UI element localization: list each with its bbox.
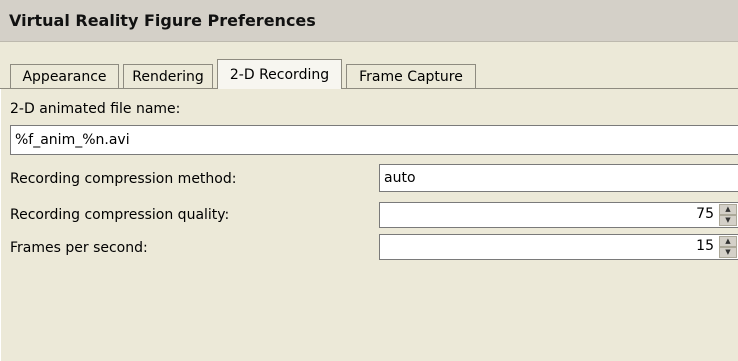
compression-quality-spinner[interactable]: 75 ▲ ▼ — [379, 202, 738, 228]
spin-down-icon[interactable]: ▼ — [719, 215, 737, 226]
fps-spinner[interactable]: 15 ▲ ▼ — [379, 234, 738, 260]
compression-quality-label: Recording compression quality: — [10, 207, 230, 223]
fps-value: 15 — [696, 238, 714, 254]
tab-rendering[interactable]: Rendering — [123, 64, 213, 88]
tab-2d-recording[interactable]: 2-D Recording — [217, 59, 342, 89]
window-title: Virtual Reality Figure Preferences — [9, 11, 316, 30]
compression-method-field[interactable]: auto — [379, 164, 738, 192]
compression-method-label: Recording compression method: — [10, 171, 237, 187]
title-bar: Virtual Reality Figure Preferences — [0, 0, 738, 42]
spin-up-icon[interactable]: ▲ — [719, 236, 737, 247]
fps-spin-buttons: ▲ ▼ — [719, 236, 737, 258]
compression-quality-value: 75 — [696, 206, 714, 222]
recording-panel: 2-D animated file name: %f_anim_%n.avi R… — [0, 89, 738, 361]
tab-appearance[interactable]: Appearance — [10, 64, 119, 88]
fps-label: Frames per second: — [10, 240, 148, 256]
compression-quality-spin-buttons: ▲ ▼ — [719, 204, 737, 226]
spin-down-icon[interactable]: ▼ — [719, 247, 737, 258]
file-name-label: 2-D animated file name: — [10, 101, 181, 117]
file-name-field[interactable]: %f_anim_%n.avi — [10, 125, 738, 155]
spin-up-icon[interactable]: ▲ — [719, 204, 737, 215]
tab-strip: Appearance Rendering 2-D Recording Frame… — [0, 42, 738, 92]
tab-frame-capture[interactable]: Frame Capture — [346, 64, 476, 88]
